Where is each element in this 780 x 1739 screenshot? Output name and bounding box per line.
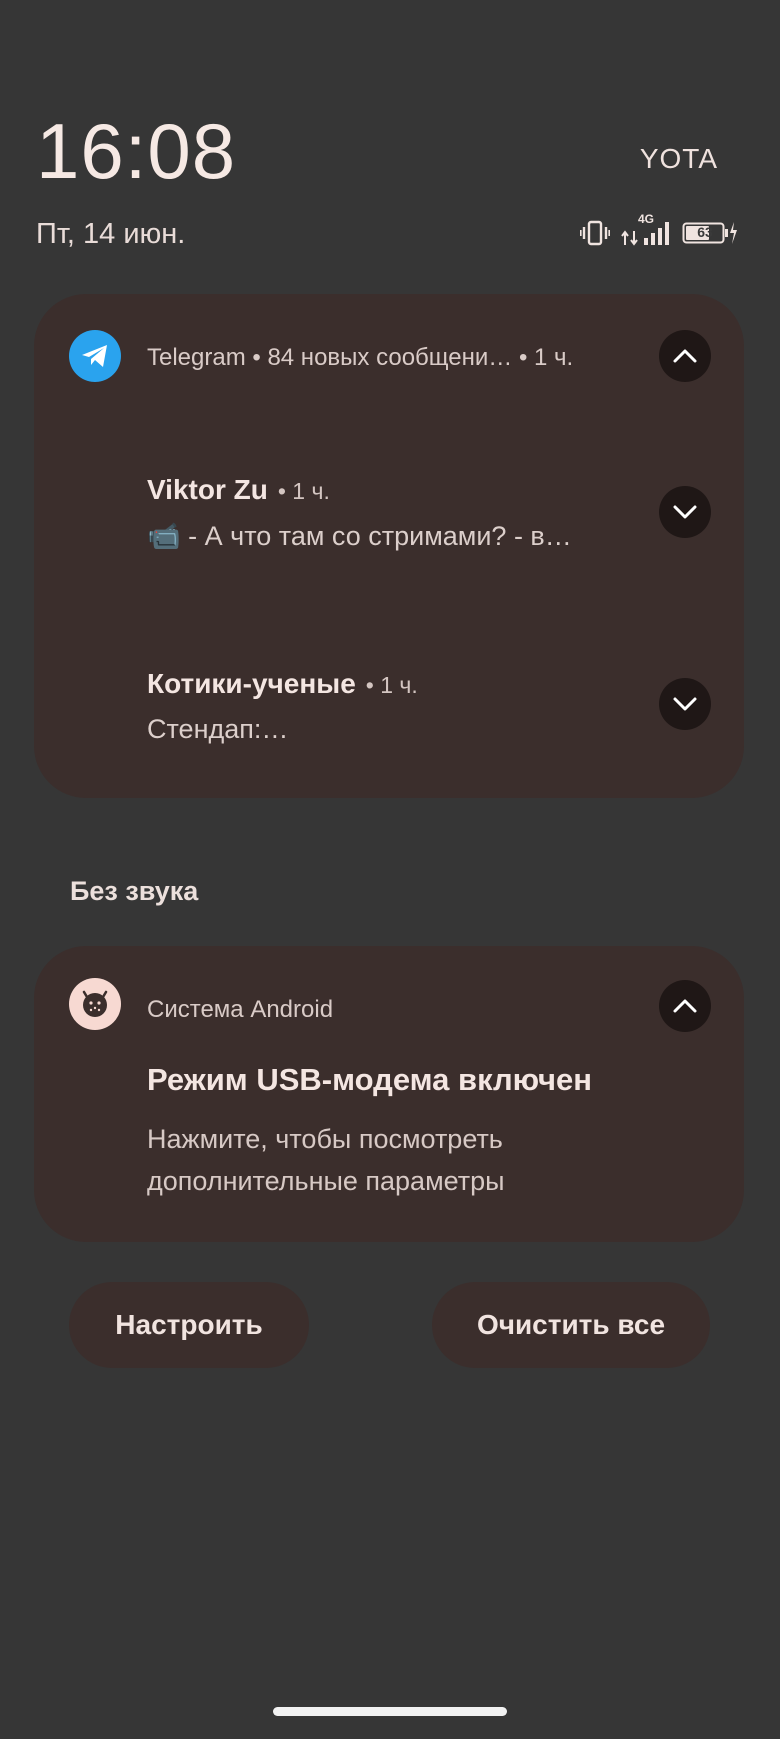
message-time: • 1 ч. — [277, 478, 330, 504]
vibrate-icon — [580, 220, 610, 246]
status-icons: 4G 63 — [580, 212, 738, 246]
collapse-button[interactable] — [659, 980, 711, 1032]
message-preview: 📹 - А что там со стримами? - в… — [147, 521, 572, 551]
chevron-up-icon — [673, 999, 697, 1013]
notification-header: Telegram • 84 новых сообщени… • 1 ч. — [147, 344, 574, 371]
expand-message-button[interactable] — [659, 678, 711, 730]
battery-icon: 63 — [682, 220, 738, 246]
notification-text: Нажмите, чтобы посмотреть дополнительные… — [147, 1124, 505, 1196]
expand-message-button[interactable] — [659, 486, 711, 538]
carrier-name: YOTA — [639, 143, 718, 174]
system-notification[interactable]: Система Android Режим USB-модема включен… — [34, 946, 744, 1242]
message-item[interactable]: Котики-ученые • 1 ч. Стендап:… — [147, 668, 647, 745]
clock: 16:08 — [36, 107, 237, 195]
notification-title: Режим USB-модема включен — [147, 1062, 592, 1097]
telegram-icon — [69, 330, 121, 382]
message-time: • 1 ч. — [365, 672, 418, 698]
message-preview: Стендап:… — [147, 714, 289, 744]
collapse-button[interactable] — [659, 330, 711, 382]
silent-section-label: Без звука — [70, 876, 199, 906]
chevron-down-icon — [673, 697, 697, 711]
clear-all-button[interactable]: Очистить все — [432, 1282, 710, 1368]
android-system-icon — [69, 978, 121, 1030]
notification-shade: 16:08 YOTA Пт, 14 июн. 4G 63 Telegram • … — [0, 0, 780, 1739]
message-item[interactable]: Viktor Zu • 1 ч. 📹 - А что там со стрима… — [147, 474, 647, 552]
telegram-notification-group[interactable]: Telegram • 84 новых сообщени… • 1 ч. Vik… — [34, 294, 744, 798]
message-sender: Viktor Zu — [147, 474, 268, 505]
home-indicator[interactable] — [273, 1707, 507, 1716]
notification-app-name: Система Android — [147, 996, 334, 1023]
date: Пт, 14 июн. — [36, 218, 186, 250]
message-sender: Котики-ученые — [147, 668, 356, 699]
battery-level: 63 — [697, 224, 713, 240]
settings-button[interactable]: Настроить — [69, 1282, 309, 1368]
network-type: 4G — [638, 212, 655, 226]
chevron-up-icon — [673, 349, 697, 363]
chevron-down-icon — [673, 505, 697, 519]
signal-icon: 4G — [620, 212, 672, 246]
